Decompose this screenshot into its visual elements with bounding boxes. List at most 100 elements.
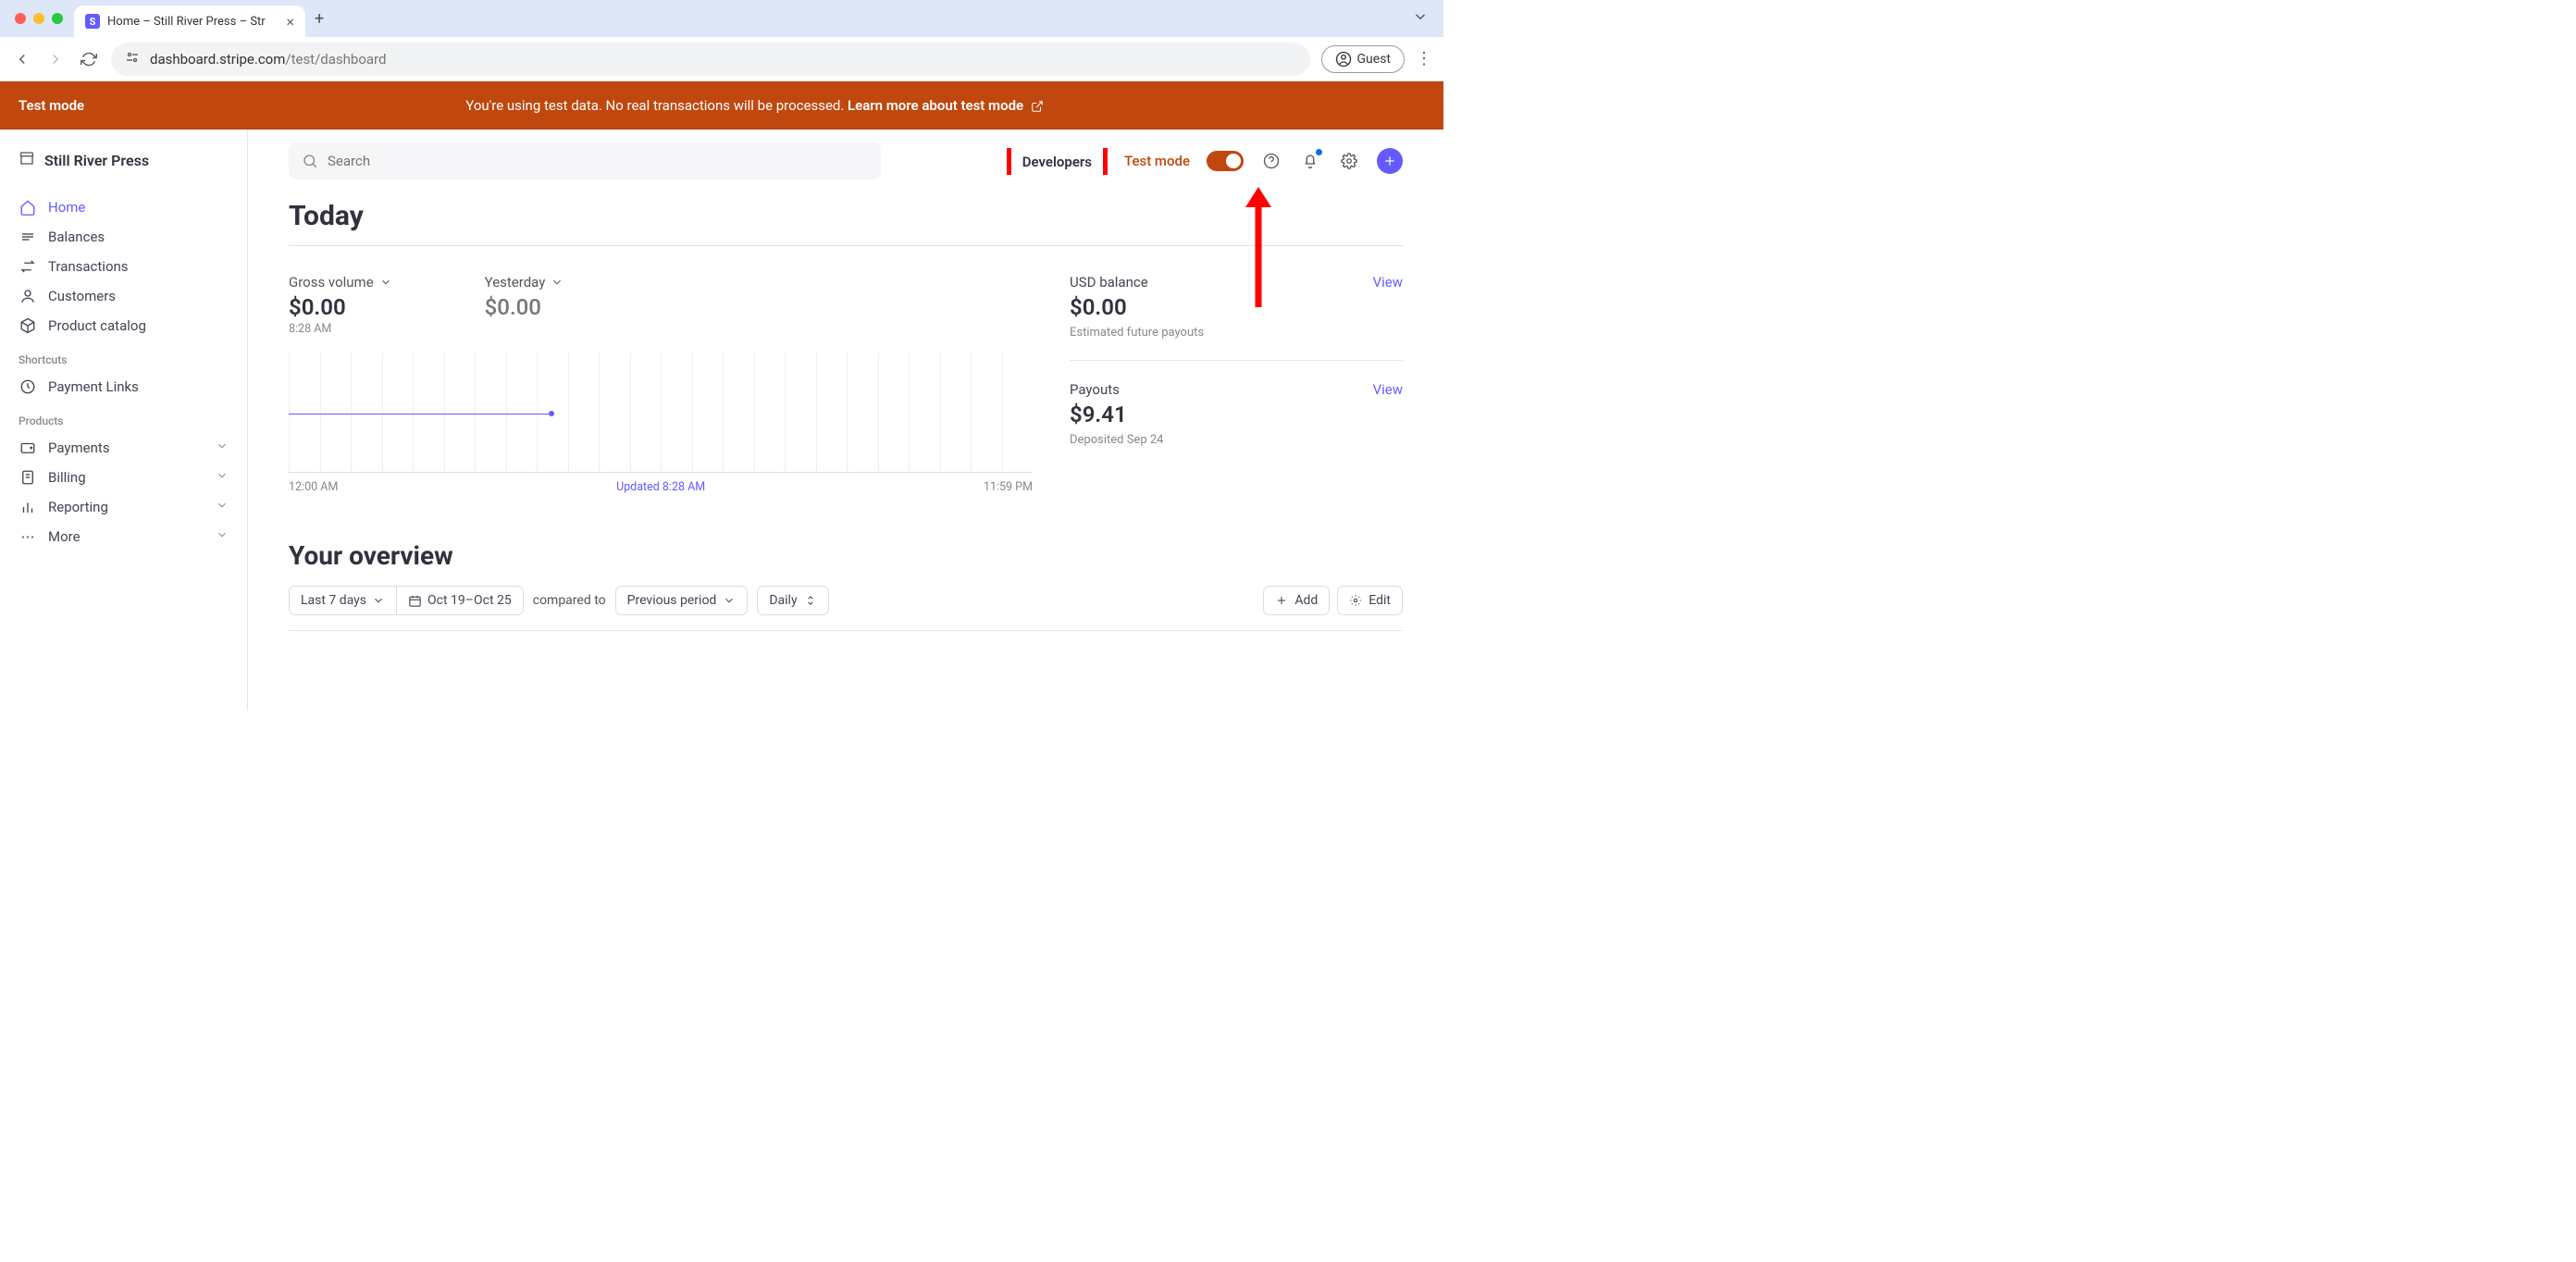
payouts-sub: Deposited Sep 24 bbox=[1070, 433, 1403, 447]
chevron-down-icon bbox=[216, 469, 229, 486]
tabs-dropdown-icon[interactable] bbox=[1412, 8, 1429, 29]
sidebar-item-billing[interactable]: Billing bbox=[9, 463, 238, 492]
sidebar-item-payment-links[interactable]: Payment Links bbox=[9, 372, 238, 402]
compare-period-select[interactable]: Previous period bbox=[615, 586, 749, 615]
chart-end-label: 11:59 PM bbox=[984, 480, 1033, 494]
guest-label: Guest bbox=[1357, 52, 1391, 67]
yesterday-value: $0.00 bbox=[485, 294, 564, 320]
sidebar-item-reporting[interactable]: Reporting bbox=[9, 492, 238, 522]
settings-button[interactable] bbox=[1338, 150, 1360, 172]
back-button[interactable] bbox=[11, 48, 33, 70]
sidebar-item-home[interactable]: Home bbox=[9, 192, 238, 222]
sidebar-item-label: Payments bbox=[48, 439, 110, 456]
add-widget-button[interactable]: Add bbox=[1263, 586, 1330, 615]
test-mode-banner: Test mode You're using test data. No rea… bbox=[0, 81, 1443, 130]
forward-button[interactable] bbox=[44, 48, 67, 70]
help-button[interactable] bbox=[1260, 150, 1282, 172]
view-balance-link[interactable]: View bbox=[1373, 274, 1403, 291]
reload-button[interactable] bbox=[78, 48, 100, 70]
notification-dot bbox=[1316, 149, 1322, 155]
sidebar-item-balances[interactable]: Balances bbox=[9, 222, 238, 252]
payouts-label: Payouts bbox=[1070, 381, 1120, 398]
gross-volume-time: 8:28 AM bbox=[289, 322, 392, 336]
customers-icon bbox=[19, 288, 37, 304]
range-select[interactable]: Last 7 days bbox=[290, 587, 396, 614]
gross-volume-value: $0.00 bbox=[289, 294, 392, 320]
gross-volume-metric[interactable]: Gross volume $0.00 8:28 AM bbox=[289, 274, 392, 336]
search-box[interactable] bbox=[289, 142, 881, 179]
user-circle-icon bbox=[1335, 51, 1352, 68]
view-payouts-link[interactable]: View bbox=[1373, 381, 1403, 398]
overview-title: Your overview bbox=[289, 540, 1403, 571]
granularity-select[interactable]: Daily bbox=[757, 586, 828, 615]
payouts-block: Payouts View $9.41 Deposited Sep 24 bbox=[1070, 381, 1403, 447]
browser-tab[interactable]: S Home – Still River Press – Str × bbox=[74, 6, 305, 37]
overview-controls: Last 7 days Oct 19–Oct 25 compared to Pr… bbox=[289, 586, 1403, 631]
browser-menu-icon[interactable]: ⋮ bbox=[1416, 49, 1432, 68]
banner-message: You're using test data. No real transact… bbox=[84, 97, 1425, 114]
sidebar-item-more[interactable]: ⋯ More bbox=[9, 522, 238, 551]
usd-balance-sub: Estimated future payouts bbox=[1070, 326, 1403, 340]
gear-icon bbox=[1349, 594, 1362, 607]
search-icon bbox=[302, 153, 318, 169]
volume-chart bbox=[289, 353, 1033, 473]
plus-icon bbox=[1275, 594, 1288, 607]
sidebar-item-label: Balances bbox=[48, 229, 105, 245]
create-button[interactable] bbox=[1377, 148, 1403, 174]
test-mode-toggle[interactable] bbox=[1207, 151, 1244, 171]
date-range-button[interactable]: Oct 19–Oct 25 bbox=[396, 587, 523, 614]
usd-balance-value: $0.00 bbox=[1070, 294, 1403, 320]
receipt-icon bbox=[19, 469, 37, 486]
sidebar-item-product-catalog[interactable]: Product catalog bbox=[9, 311, 238, 340]
sidebar-item-label: More bbox=[48, 528, 80, 545]
plus-icon bbox=[1382, 154, 1397, 168]
notifications-button[interactable] bbox=[1299, 150, 1321, 172]
close-tab-icon[interactable]: × bbox=[286, 13, 294, 31]
more-icon: ⋯ bbox=[19, 528, 37, 545]
bell-icon bbox=[1302, 153, 1319, 169]
sidebar-item-label: Reporting bbox=[48, 499, 108, 515]
sidebar-item-payments[interactable]: Payments bbox=[9, 433, 238, 463]
sidebar: Still River Press Home Balances Transact… bbox=[0, 130, 248, 711]
transactions-icon bbox=[19, 258, 37, 275]
date-range-group: Last 7 days Oct 19–Oct 25 bbox=[289, 586, 524, 615]
browser-toolbar: dashboard.stripe.com/test/dashboard Gues… bbox=[0, 37, 1443, 81]
minimize-window-button[interactable] bbox=[33, 13, 44, 24]
help-icon bbox=[1263, 153, 1280, 169]
sidebar-item-label: Transactions bbox=[48, 258, 129, 275]
close-window-button[interactable] bbox=[15, 13, 26, 24]
search-input[interactable] bbox=[328, 153, 868, 169]
chevron-down-icon bbox=[372, 594, 385, 607]
external-link-icon bbox=[1031, 100, 1044, 113]
sidebar-item-label: Payment Links bbox=[48, 378, 139, 395]
edit-overview-button[interactable]: Edit bbox=[1337, 586, 1403, 615]
clock-icon bbox=[19, 378, 37, 395]
chart-start-label: 12:00 AM bbox=[289, 480, 338, 494]
payouts-value: $9.41 bbox=[1070, 402, 1403, 427]
banner-label: Test mode bbox=[19, 97, 84, 114]
stripe-favicon-icon: S bbox=[85, 14, 100, 29]
developers-link[interactable]: Developers bbox=[1011, 141, 1103, 183]
sidebar-item-customers[interactable]: Customers bbox=[9, 281, 238, 311]
wallet-icon bbox=[19, 439, 37, 456]
maximize-window-button[interactable] bbox=[52, 13, 63, 24]
chart-updated-label: Updated 8:28 AM bbox=[616, 480, 705, 494]
chevron-down-icon bbox=[216, 528, 229, 545]
usd-balance-block: USD balance View $0.00 Estimated future … bbox=[1070, 274, 1403, 361]
yesterday-metric[interactable]: Yesterday $0.00 bbox=[485, 274, 564, 320]
address-bar[interactable]: dashboard.stripe.com/test/dashboard bbox=[111, 43, 1310, 76]
new-tab-button[interactable]: + bbox=[315, 9, 324, 29]
usd-balance-label: USD balance bbox=[1070, 274, 1148, 291]
learn-more-link[interactable]: Learn more about test mode bbox=[848, 97, 1044, 114]
box-icon bbox=[19, 317, 37, 334]
site-settings-icon[interactable] bbox=[124, 49, 141, 69]
chevron-down-icon bbox=[216, 439, 229, 456]
org-switcher[interactable]: Still River Press bbox=[9, 144, 238, 176]
chevron-down-icon bbox=[216, 499, 229, 515]
chevron-down-icon bbox=[379, 276, 392, 289]
browser-tab-strip: S Home – Still River Press – Str × + bbox=[0, 0, 1443, 37]
sidebar-item-label: Product catalog bbox=[48, 317, 146, 334]
profile-badge[interactable]: Guest bbox=[1321, 45, 1405, 73]
sidebar-item-transactions[interactable]: Transactions bbox=[9, 252, 238, 281]
sidebar-item-label: Customers bbox=[48, 288, 116, 304]
